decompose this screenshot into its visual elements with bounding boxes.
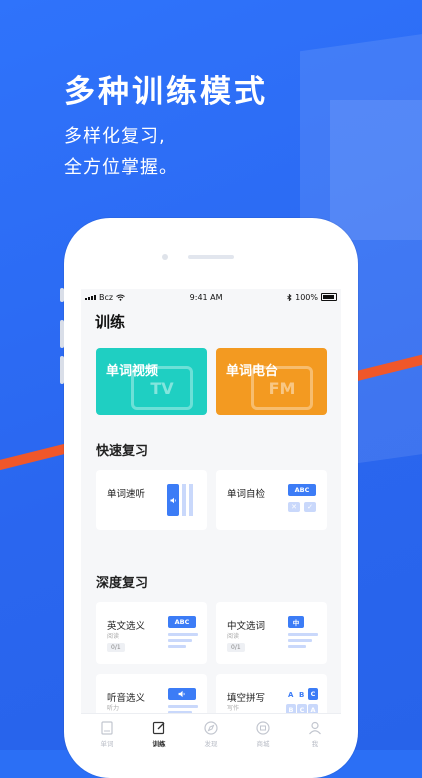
card-english-choice[interactable]: 英文选义 阅读 0/1 ABC <box>96 602 207 664</box>
shop-icon <box>256 721 270 735</box>
tab-me[interactable]: 我 <box>289 714 341 750</box>
abc-check-icon: ABC ✕ ✓ <box>288 484 316 516</box>
tab-training[interactable]: 训练 <box>133 714 185 750</box>
tab-shop[interactable]: 商城 <box>237 714 289 750</box>
page-title: 训练 <box>95 313 126 331</box>
carrier-label: Bcz <box>99 292 114 302</box>
phone-speaker <box>188 255 234 259</box>
radio-icon: FM <box>251 366 313 410</box>
decorative-panel-small <box>330 100 422 240</box>
phone-volume-down <box>60 356 64 384</box>
phone-volume-up <box>60 320 64 348</box>
card-title: 单词速听 <box>107 489 146 500</box>
tv-icon: TV <box>131 366 193 410</box>
feature-card-video[interactable]: 单词视频 TV <box>96 348 207 415</box>
progress-badge: 0/1 <box>227 643 245 652</box>
card-subtitle: 阅读 <box>227 633 240 640</box>
compass-icon <box>204 721 218 735</box>
wifi-icon <box>116 294 125 301</box>
card-word-listen[interactable]: 单词速听 <box>96 470 207 530</box>
tab-bar: 单词 训练 发现 商城 我 <box>81 713 341 750</box>
speaker-icon <box>167 484 195 516</box>
card-title: 填空拼写 <box>227 693 266 704</box>
tab-words[interactable]: 单词 <box>81 714 133 750</box>
tab-label: 单词 <box>100 740 114 748</box>
card-title: 中文选词 <box>227 621 266 632</box>
card-title: 单词自检 <box>227 489 266 500</box>
battery-icon <box>320 293 337 301</box>
edit-icon <box>152 721 165 735</box>
card-title: 英文选义 <box>107 621 146 632</box>
progress-badge: 0/1 <box>107 643 125 652</box>
battery-percent: 100% <box>295 292 318 302</box>
card-subtitle: 阅读 <box>107 633 120 640</box>
tab-label: 商城 <box>256 740 270 748</box>
bluetooth-icon <box>287 293 292 301</box>
tab-label: 训练 <box>152 740 166 748</box>
status-bar: Bcz 9:41 AM 100% <box>81 289 341 305</box>
feature-card-radio[interactable]: 单词电台 FM <box>216 348 327 415</box>
status-time: 9:41 AM <box>189 292 223 302</box>
tab-label: 我 <box>311 740 319 748</box>
tab-discover[interactable]: 发现 <box>185 714 237 750</box>
signal-icon <box>85 294 96 300</box>
subtitle-line-1: 多样化复习, <box>64 126 166 147</box>
subtitle-line-2: 全方位掌握。 <box>64 157 178 178</box>
book-icon <box>101 721 113 735</box>
section-title-deep: 深度复习 <box>96 576 149 591</box>
phone-side-button <box>60 288 64 302</box>
card-subtitle: 写作 <box>227 705 240 712</box>
section-title-quick: 快速复习 <box>96 444 149 459</box>
chinese-choice-icon: 中 <box>288 616 318 650</box>
card-subtitle: 听力 <box>107 705 120 712</box>
card-title: 听音选义 <box>107 693 146 704</box>
tab-label: 发现 <box>204 740 218 748</box>
card-chinese-choice[interactable]: 中文选词 阅读 0/1 中 <box>216 602 327 664</box>
phone-camera <box>162 254 168 260</box>
app-screen: Bcz 9:41 AM 100% 训练 单词视频 TV 单词电台 FM 快速复习… <box>81 289 341 750</box>
person-icon <box>309 721 321 735</box>
headline: 多种训练模式 <box>64 74 268 110</box>
card-word-selfcheck[interactable]: 单词自检 ABC ✕ ✓ <box>216 470 327 530</box>
abc-choice-icon: ABC <box>168 616 198 650</box>
